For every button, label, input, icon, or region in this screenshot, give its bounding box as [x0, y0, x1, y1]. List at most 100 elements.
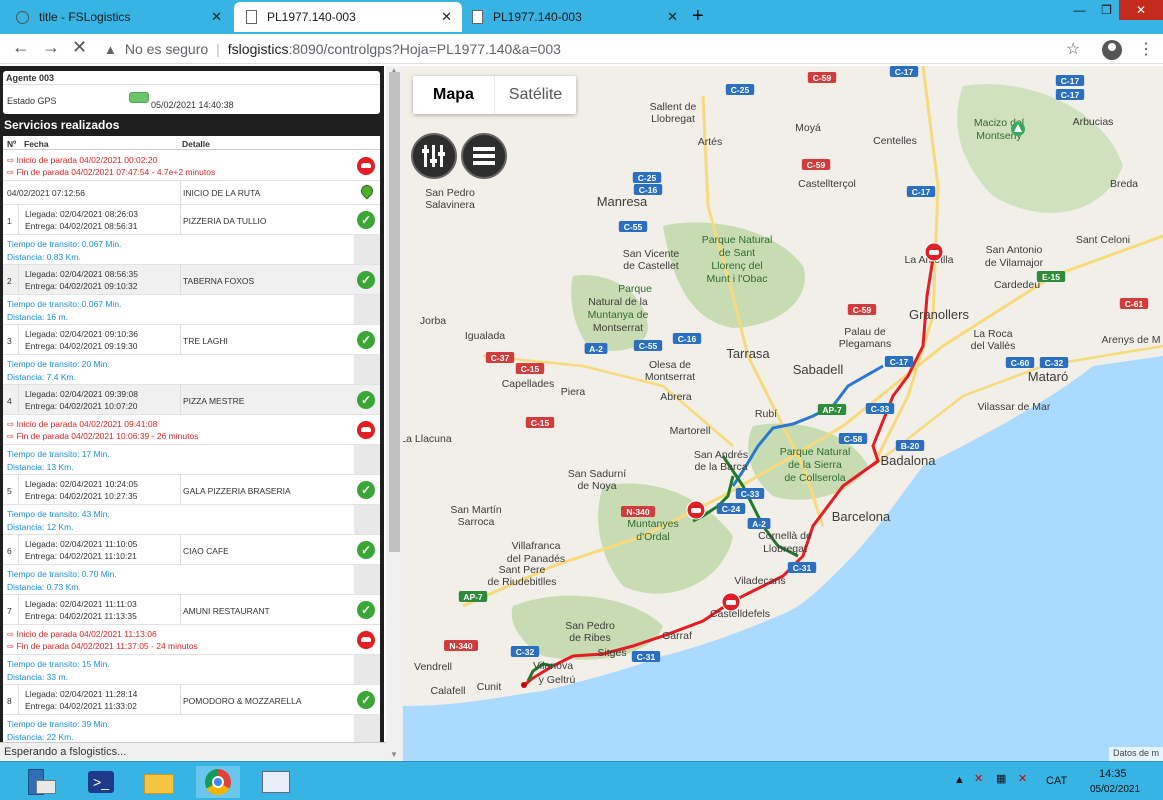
table-row[interactable]: 4 Llegada: 02/04/2021 09:39:08 Entrega: 04…	[3, 385, 380, 415]
performance-monitor-icon[interactable]	[254, 766, 298, 798]
close-icon[interactable]: ✕	[211, 9, 222, 25]
check-icon[interactable]: ✓	[357, 481, 375, 499]
url-field[interactable]: ▲ No es seguro | fslogistics:8090/contro…	[104, 37, 1094, 61]
back-icon[interactable]: ←	[12, 37, 30, 58]
tab-fslogistics[interactable]: title - FSLogistics ✕	[4, 2, 232, 32]
stop-loading-icon[interactable]: ✕	[72, 37, 87, 58]
window-close-icon[interactable]: ✕	[1119, 0, 1163, 20]
tab-title: title - FSLogistics	[39, 10, 131, 24]
map-type-map-button[interactable]: Mapa	[413, 76, 495, 114]
transit-row[interactable]: Tiempo de transito: 20 Min. Distancia: 7.…	[3, 355, 380, 385]
services-panel: Agente 003 Estado GPS 05/02/2021 14:40:3…	[0, 66, 384, 742]
road-shield: C-33	[865, 403, 895, 414]
transit-row[interactable]: Tiempo de transito: 15 Min. Distancia: 33…	[3, 655, 380, 685]
check-icon[interactable]: ✓	[357, 691, 375, 709]
restore-icon[interactable]: ❐	[1093, 0, 1120, 20]
transit-row[interactable]: Tiempo de transito: 17 Min. Distancia: 13…	[3, 445, 380, 475]
table-row[interactable]: 7 Llegada: 02/04/2021 11:11:03 Entrega: 04…	[3, 595, 380, 625]
road-shield-label: C-31	[637, 652, 656, 662]
scroll-thumb[interactable]	[389, 72, 400, 552]
road-shield: C-32	[1039, 357, 1069, 368]
warning-icon: ▲	[104, 41, 117, 57]
table-row[interactable]: 6 Llegada: 02/04/2021 11:10:05 Entrega: 04…	[3, 535, 380, 565]
server-manager-icon[interactable]	[22, 766, 66, 798]
transit-distance: Distancia: 7.4 Km.	[7, 372, 76, 382]
bookmark-star-icon[interactable]: ☆	[1066, 39, 1080, 59]
powershell-icon[interactable]: >_	[80, 766, 124, 798]
list-button[interactable]	[461, 133, 507, 179]
stop-row[interactable]: ⇨ Inicio de parada 04/02/2021 00:02:20 ⇨ …	[3, 151, 380, 181]
chrome-icon[interactable]	[196, 766, 240, 798]
file-explorer-icon[interactable]	[138, 766, 182, 798]
table-row[interactable]: 3 Llegada: 02/04/2021 09:10:36 Entrega: 04…	[3, 325, 380, 355]
place-label: Abrera	[660, 391, 692, 403]
speaker-muted-icon[interactable]: ✕	[974, 772, 983, 785]
stop-row[interactable]: ⇨ Inicio de parada 04/02/2021 09:41:08 ⇨ …	[3, 415, 380, 445]
minimize-icon[interactable]: —	[1066, 0, 1093, 20]
map-canvas[interactable]: Sallent deLlobregatMoyáCentellesMacizo d…	[403, 66, 1163, 761]
check-icon[interactable]: ✓	[357, 541, 375, 559]
place-label: Parque	[618, 283, 652, 295]
road-shield: AP-7	[458, 591, 488, 602]
start-row[interactable]: 04/02/2021 07:12:56 INICIO DE LA RUTA	[3, 181, 380, 205]
clock-time[interactable]: 14:35	[1099, 768, 1127, 780]
place-label: Sallent de	[650, 101, 697, 113]
road-shield-label: C-17	[890, 357, 909, 367]
place-label: Arenys de M	[1102, 334, 1161, 346]
car-stop-icon[interactable]	[357, 421, 375, 439]
table-row[interactable]: 8 Llegada: 02/04/2021 11:28:14 Entrega: 04…	[3, 685, 380, 715]
map-attribution[interactable]: Datos de m	[1108, 747, 1163, 761]
check-icon[interactable]: ✓	[357, 211, 375, 229]
car-stop-icon[interactable]	[357, 157, 375, 175]
close-icon[interactable]: ✕	[667, 9, 678, 25]
map[interactable]: Sallent de Llobregat Moyá Centelles Macizo d…	[403, 66, 1163, 761]
place-label: de Sant	[719, 247, 755, 259]
more-menu-icon[interactable]: ⋮	[1138, 39, 1154, 59]
check-icon[interactable]: ✓	[357, 391, 375, 409]
network-icon[interactable]: ▦	[996, 772, 1006, 785]
route-end-point[interactable]	[521, 682, 527, 688]
filters-button[interactable]	[411, 133, 457, 179]
forward-icon[interactable]: →	[42, 37, 60, 58]
road-shield-label: C-24	[722, 504, 741, 514]
action-center-icon[interactable]: ✕	[1018, 772, 1027, 785]
transit-row[interactable]: Tiempo de transito: 0.70 Min. Distancia: …	[3, 565, 380, 595]
check-icon[interactable]: ✓	[357, 271, 375, 289]
transit-row[interactable]: Tiempo de transito: 0.067 Min. Distancia:…	[3, 235, 380, 265]
clock-date[interactable]: 05/02/2021	[1090, 784, 1140, 795]
road-shield: C-25	[725, 84, 755, 95]
road-shield-label: C-17	[1061, 90, 1080, 100]
car-stop-marker[interactable]	[924, 242, 944, 262]
table-row[interactable]: 5 Llegada: 02/04/2021 10:24:05 Entrega: 04…	[3, 475, 380, 505]
check-icon[interactable]: ✓	[357, 331, 375, 349]
transit-row[interactable]: Tiempo de transito: 39 Min. Distancia: 22…	[3, 715, 380, 742]
transit-row[interactable]: Tiempo de transito: 0.067 Min. Distancia:…	[3, 295, 380, 325]
transit-time: Tiempo de transito: 20 Min.	[7, 359, 110, 369]
tab-third[interactable]: PL1977.140-003 ✕	[460, 2, 688, 32]
close-icon[interactable]: ✕	[441, 9, 452, 25]
tab-active[interactable]: PL1977.140-003 ✕	[234, 2, 462, 32]
road-shield-label: C-25	[638, 173, 657, 183]
start-pin-icon[interactable]	[358, 182, 376, 200]
panel-scrollbar[interactable]: ▲ ▼	[386, 66, 403, 761]
transit-row[interactable]: Tiempo de transito: 43 Min. Distancia: 12…	[3, 505, 380, 535]
table-row[interactable]: 1 Llegada: 02/04/2021 08:26:03 Entrega: 04…	[3, 205, 380, 235]
stop-row[interactable]: ⇨ Inicio de parada 04/02/2021 11:13:06 ⇨ …	[3, 625, 380, 655]
scroll-down-icon[interactable]: ▼	[390, 750, 398, 759]
check-icon[interactable]: ✓	[357, 601, 375, 619]
map-type-satellite-button[interactable]: Satélite	[495, 76, 576, 114]
profile-icon[interactable]	[1102, 40, 1122, 60]
tray-expand-icon[interactable]: ▲	[954, 774, 965, 786]
new-tab-icon[interactable]: +	[692, 5, 704, 28]
place-label: Parque Natural	[702, 234, 773, 246]
place-label: San Sadurní	[568, 468, 626, 480]
road-shield-label: C-32	[1045, 358, 1064, 368]
table-row[interactable]: 2 Llegada: 02/04/2021 08:56:35 Entrega: 04…	[3, 265, 380, 295]
language-indicator[interactable]: CAT	[1046, 775, 1067, 787]
place-label: Barcelona	[832, 509, 891, 524]
car-stop-marker[interactable]	[686, 500, 706, 520]
stop-start-text: ⇨ Inicio de parada 04/02/2021 11:13:06	[7, 629, 157, 639]
car-stop-marker[interactable]	[721, 592, 741, 612]
car-stop-icon[interactable]	[357, 631, 375, 649]
gps-status-toggle	[129, 92, 149, 103]
